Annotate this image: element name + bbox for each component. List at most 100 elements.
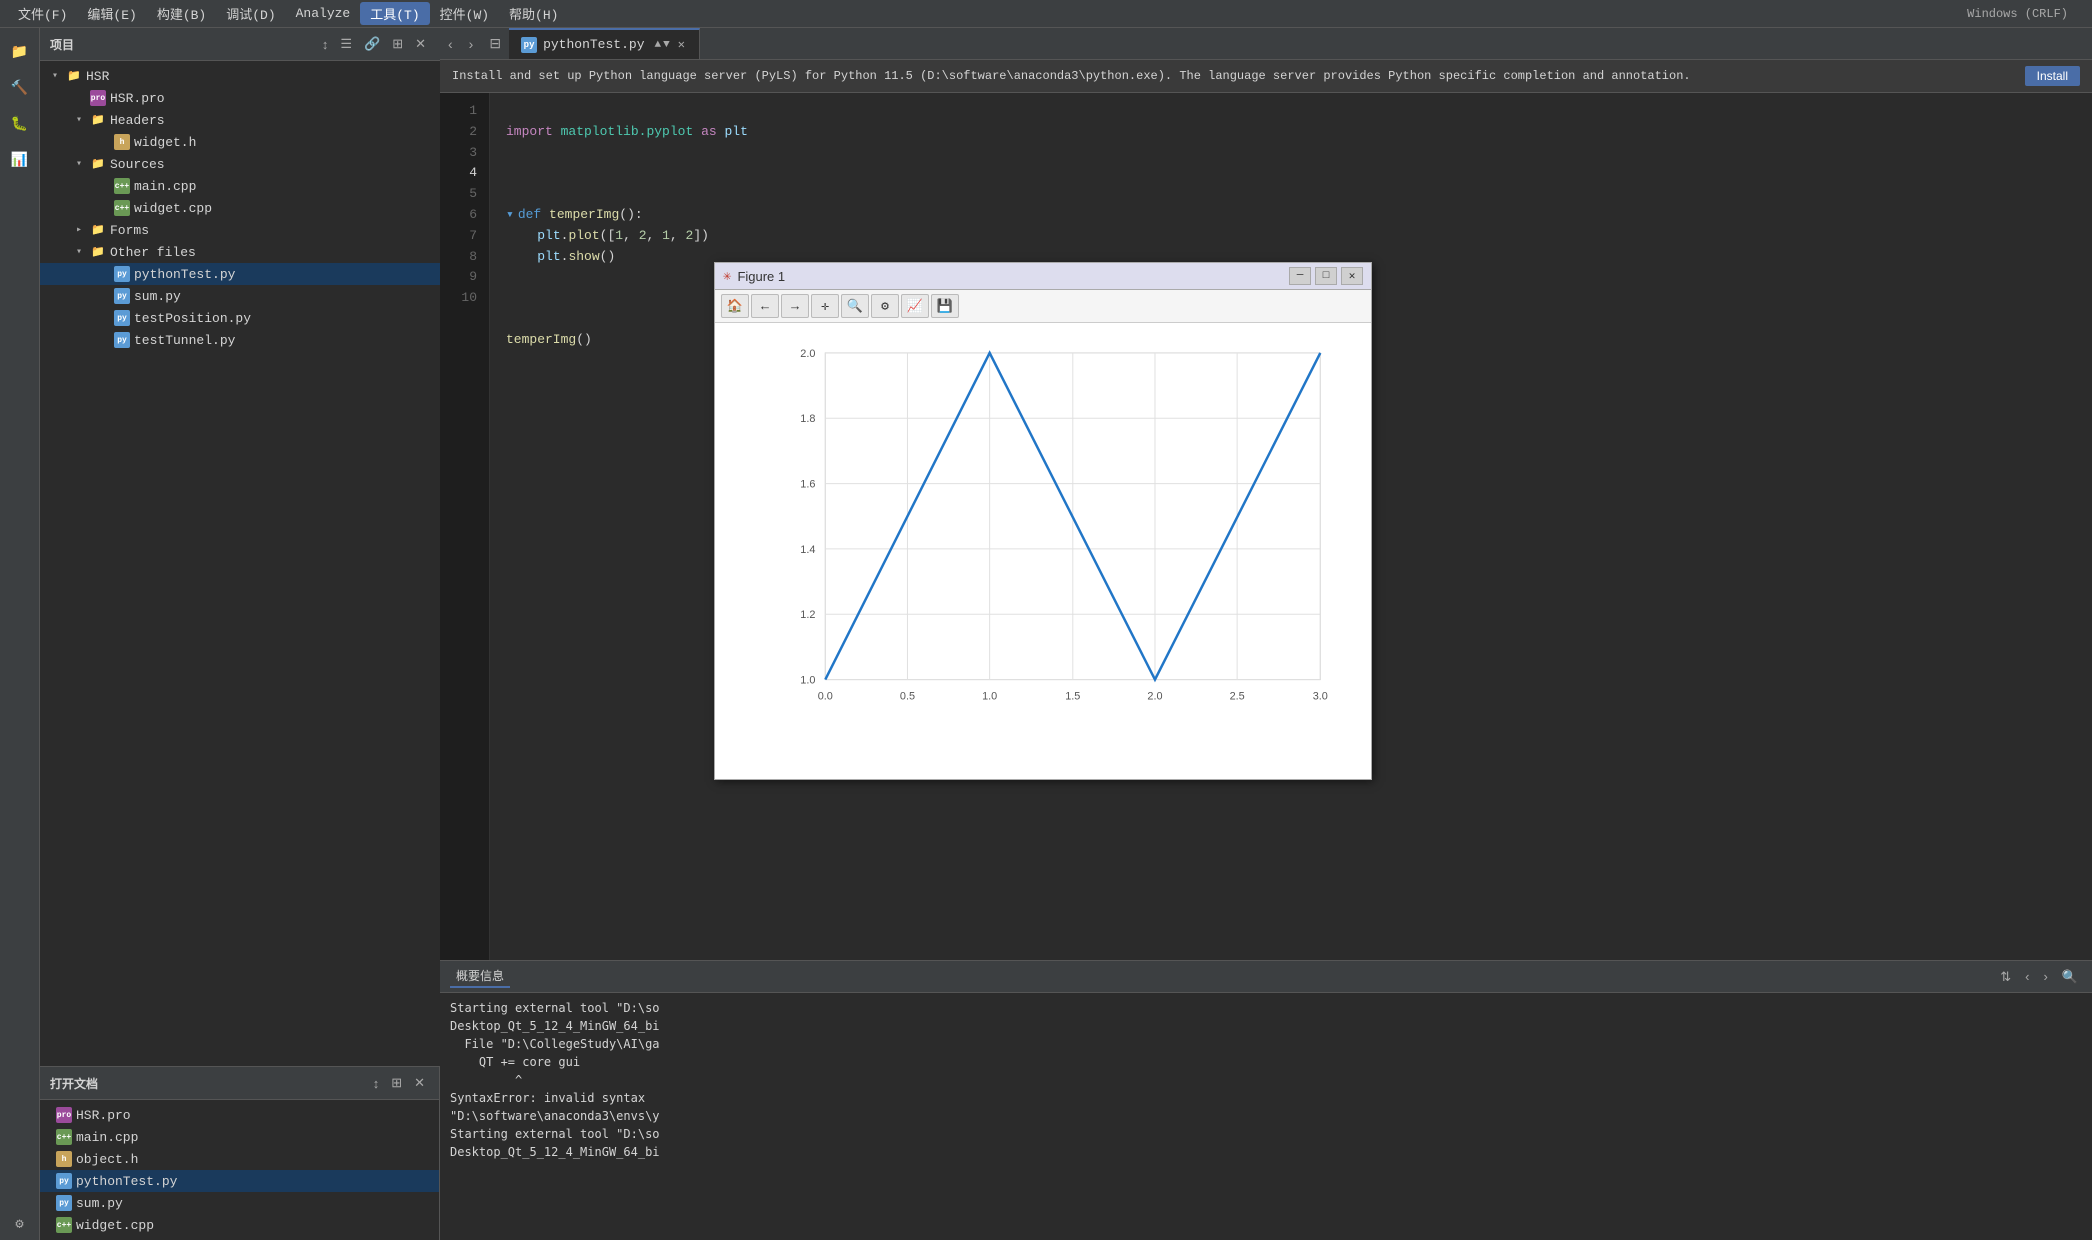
- tree-item-widget-h[interactable]: h widget.h: [40, 131, 440, 153]
- doc-label-hsr-pro: HSR.pro: [76, 1108, 131, 1123]
- output-next-btn[interactable]: ›: [2039, 967, 2051, 986]
- tree-item-sources[interactable]: ▾ 📁 Sources: [40, 153, 440, 175]
- tree-item-main-cpp[interactable]: c++ main.cpp: [40, 175, 440, 197]
- project-panel-toolbar: ↕ ☰ 🔗 ⊞ ✕: [318, 34, 430, 54]
- output-line-6: SyntaxError: invalid syntax: [450, 1089, 2082, 1107]
- tree-item-pythontest[interactable]: py pythonTest.py: [40, 263, 440, 285]
- menu-tools[interactable]: 工具(T): [360, 2, 429, 25]
- line-num-1: 1: [440, 101, 489, 122]
- fig-settings-btn[interactable]: ⚙: [871, 294, 899, 318]
- sidebar-project-icon[interactable]: 📁: [4, 36, 36, 68]
- tree-label-testtunnel: testTunnel.py: [134, 333, 235, 348]
- svg-text:2.0: 2.0: [800, 348, 815, 360]
- output-line-10: Desktop_Qt_5_12_4_MinGW_64_bi: [450, 1143, 2082, 1161]
- win-minimize-btn[interactable]: ─: [1289, 267, 1311, 285]
- menu-debug[interactable]: 调试(D): [216, 2, 285, 25]
- tree-arrow-sources: ▾: [72, 157, 86, 171]
- tab-arrow-up[interactable]: ▲: [655, 39, 662, 51]
- tree-arrow-hsr: ▾: [48, 69, 62, 83]
- folder-icon-forms: 📁: [90, 222, 106, 238]
- tree-item-testposition[interactable]: py testPosition.py: [40, 307, 440, 329]
- tab-nav-forward[interactable]: ›: [461, 28, 482, 59]
- open-docs-list: pro HSR.pro c++ main.cpp h object.h py p…: [40, 1100, 439, 1240]
- tab-close-btn[interactable]: ✕: [676, 37, 687, 52]
- menu-file[interactable]: 文件(F): [8, 2, 77, 25]
- tab-pythontest[interactable]: py pythonTest.py ▲ ▼ ✕: [509, 28, 700, 59]
- tab-filename: pythonTest.py: [543, 37, 644, 52]
- fig-home-btn[interactable]: 🏠: [721, 294, 749, 318]
- tree-item-sum-py[interactable]: py sum.py: [40, 285, 440, 307]
- tree-item-hsr-pro[interactable]: pro HSR.pro: [40, 87, 440, 109]
- svg-text:1.2: 1.2: [800, 609, 815, 621]
- svg-text:1.6: 1.6: [800, 479, 815, 491]
- line-num-7: 7: [440, 226, 489, 247]
- bottom-tab-summary[interactable]: 概要信息: [450, 965, 510, 988]
- doc-cpp-icon-main: c++: [56, 1129, 72, 1145]
- tab-arrow-down[interactable]: ▼: [663, 39, 670, 51]
- doc-item-sum-py[interactable]: py sum.py: [40, 1192, 439, 1214]
- project-filter-btn[interactable]: ☰: [336, 34, 356, 54]
- fig-back-btn[interactable]: ←: [751, 294, 779, 318]
- fig-save-btn[interactable]: 💾: [931, 294, 959, 318]
- bottom-toolbar: ⇅ ‹ › 🔍: [1996, 967, 2082, 987]
- project-sync-btn[interactable]: ↕: [318, 34, 333, 54]
- py-icon-testposition: py: [114, 310, 130, 326]
- notification-text: Install and set up Python language serve…: [452, 69, 1691, 83]
- project-add-btn[interactable]: ⊞: [388, 34, 407, 54]
- sidebar-settings-icon[interactable]: ⚙: [4, 1208, 36, 1240]
- doc-item-hsr-pro[interactable]: pro HSR.pro: [40, 1104, 439, 1126]
- win-close-btn[interactable]: ✕: [1341, 267, 1363, 285]
- doc-label-object-h: object.h: [76, 1152, 138, 1167]
- doc-py-icon-pythontest: py: [56, 1173, 72, 1189]
- tree-item-widget-cpp[interactable]: c++ widget.cpp: [40, 197, 440, 219]
- output-search-btn[interactable]: 🔍: [2058, 967, 2082, 987]
- output-line-1: Starting external tool "D:\so: [450, 999, 2082, 1017]
- tree-arrow-forms: ▸: [72, 223, 86, 237]
- tree-item-testtunnel[interactable]: py testTunnel.py: [40, 329, 440, 351]
- fig-forward-btn[interactable]: →: [781, 294, 809, 318]
- sidebar-git-icon[interactable]: 📊: [4, 144, 36, 176]
- tree-item-headers[interactable]: ▾ 📁 Headers: [40, 109, 440, 131]
- tree-item-other-files[interactable]: ▾ 📁 Other files: [40, 241, 440, 263]
- doc-item-pythontest[interactable]: py pythonTest.py: [40, 1170, 439, 1192]
- tree-label-other-files: Other files: [110, 245, 196, 260]
- tree-item-forms[interactable]: ▸ 📁 Forms: [40, 219, 440, 241]
- code-line-5: plt.show(): [506, 249, 615, 264]
- tab-py-icon: py: [521, 37, 537, 53]
- tree-label-widget-cpp: widget.cpp: [134, 201, 212, 216]
- tab-nav-menu[interactable]: ⊟: [481, 28, 509, 59]
- line-num-3: 3: [440, 143, 489, 164]
- project-panel-header: 项目 ↕ ☰ 🔗 ⊞ ✕: [40, 28, 440, 61]
- project-link-btn[interactable]: 🔗: [360, 34, 384, 54]
- menu-analyze[interactable]: Analyze: [286, 4, 361, 23]
- open-docs-sync-btn[interactable]: ↕: [369, 1073, 384, 1093]
- output-prev-btn[interactable]: ‹: [2021, 967, 2033, 986]
- open-docs-close-btn[interactable]: ✕: [410, 1073, 429, 1093]
- menu-controls[interactable]: 控件(W): [430, 2, 499, 25]
- tree-item-hsr[interactable]: ▾ 📁 HSR: [40, 65, 440, 87]
- code-line-3: ▾def temperImg():: [506, 207, 643, 222]
- fig-zoom-btn[interactable]: 🔍: [841, 294, 869, 318]
- sidebar-build-icon[interactable]: 🔨: [4, 72, 36, 104]
- output-sync-btn[interactable]: ⇅: [1996, 967, 2015, 987]
- menu-help[interactable]: 帮助(H): [499, 2, 568, 25]
- install-button[interactable]: Install: [2025, 66, 2080, 86]
- menu-build[interactable]: 构建(B): [147, 2, 216, 25]
- tree-label-sources: Sources: [110, 157, 165, 172]
- tree-label-headers: Headers: [110, 113, 165, 128]
- open-docs-add-btn[interactable]: ⊞: [387, 1073, 406, 1093]
- menu-edit[interactable]: 编辑(E): [77, 2, 146, 25]
- project-close-btn[interactable]: ✕: [411, 34, 430, 54]
- win-maximize-btn[interactable]: □: [1315, 267, 1337, 285]
- doc-item-main-cpp[interactable]: c++ main.cpp: [40, 1126, 439, 1148]
- output-content[interactable]: Starting external tool "D:\so Desktop_Qt…: [440, 993, 2092, 1240]
- doc-item-widget-cpp[interactable]: c++ widget.cpp: [40, 1214, 439, 1236]
- fig-edit-btn[interactable]: 📈: [901, 294, 929, 318]
- fig-pan-btn[interactable]: ✛: [811, 294, 839, 318]
- tab-nav-back[interactable]: ‹: [440, 28, 461, 59]
- sidebar-debug-icon[interactable]: 🐛: [4, 108, 36, 140]
- doc-item-object-h[interactable]: h object.h: [40, 1148, 439, 1170]
- output-line-3: File "D:\CollegeStudy\AI\ga: [450, 1035, 2082, 1053]
- bottom-panel-header: 概要信息 ⇅ ‹ › 🔍: [440, 961, 2092, 993]
- svg-text:0.5: 0.5: [900, 690, 915, 702]
